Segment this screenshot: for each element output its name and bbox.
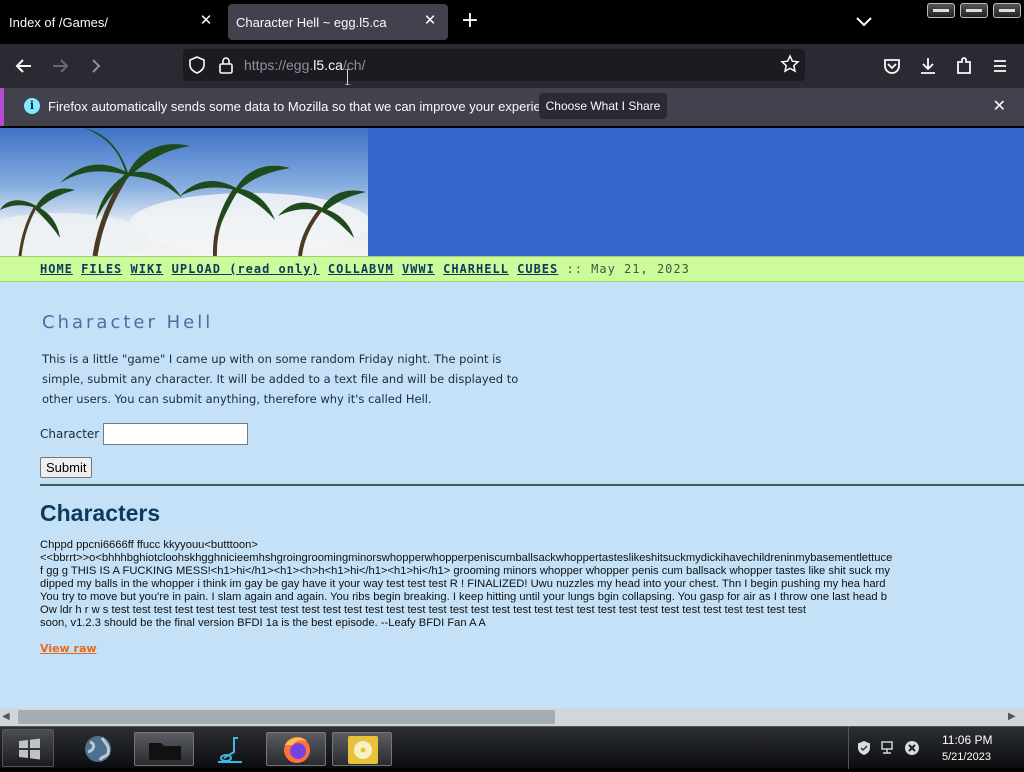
text-cursor-icon (345, 69, 350, 85)
palm-trees-image (0, 128, 368, 256)
taskbar-app-folder[interactable] (134, 732, 194, 766)
tab-title: Index of /Games/ (9, 14, 108, 30)
shield-icon[interactable] (188, 56, 206, 74)
horizontal-scrollbar[interactable]: ◀ ▶ (0, 708, 1024, 726)
puzzle-icon (957, 57, 971, 74)
taskbar-app-music[interactable] (200, 732, 260, 766)
globe-icon (85, 736, 111, 762)
characters-line: dipped my balls in the whopper i think i… (40, 578, 886, 590)
network-icon[interactable] (880, 740, 896, 756)
maximize-button[interactable] (960, 3, 988, 18)
back-button[interactable] (10, 52, 38, 80)
download-icon (921, 58, 935, 74)
scroll-right-arrow-icon[interactable]: ▶ (1008, 709, 1022, 725)
nav-date: :: May 21, 2023 (566, 262, 690, 276)
characters-line: Ow ldr h r w s test test test test test … (40, 604, 807, 616)
nav-link-wiki[interactable]: WIKI (131, 262, 164, 276)
nav-link-cubes[interactable]: CUBES (517, 262, 558, 276)
shield-icon[interactable] (856, 740, 872, 756)
folder-icon (149, 743, 181, 760)
disc-icon (348, 736, 378, 764)
bookmark-star-icon[interactable] (780, 54, 800, 74)
tab-title: Character Hell ~ egg.l5.ca (236, 14, 387, 30)
nav-link-vwwi[interactable]: VWWI (402, 262, 435, 276)
site-banner (0, 128, 1024, 256)
close-icon[interactable]: ✕ (422, 13, 438, 29)
clock-time[interactable]: 11:06 PM (942, 733, 992, 747)
nav-link-collabvm[interactable]: COLLABVM (328, 262, 394, 276)
characters-line: You try to move but you're in pain. I sl… (40, 591, 887, 603)
loading-icon (92, 59, 101, 73)
nav-link-upload[interactable]: UPLOAD (read only) (172, 262, 320, 276)
notification-message: Firefox automatically sends some data to… (48, 99, 566, 114)
firefox-icon (284, 737, 310, 763)
page-title: Character Hell (42, 312, 214, 333)
arrow-left-icon (15, 59, 31, 73)
close-icon[interactable]: ✕ (198, 13, 214, 29)
characters-line: <<bbrrt>>o<bhhhbghiotcloohskhgghnicieemh… (40, 552, 893, 564)
minimize-button[interactable] (927, 3, 955, 18)
view-raw-link[interactable]: View raw (40, 642, 97, 655)
stop-loading-button[interactable] (82, 52, 110, 80)
web-page: HOME FILES WIKI UPLOAD (read only) COLLA… (0, 128, 1024, 708)
new-tab-button[interactable]: + (458, 10, 482, 34)
character-label: Character (40, 427, 100, 441)
intro-paragraph: This is a little "game" I came up with o… (42, 352, 519, 406)
downloads-button[interactable] (914, 52, 942, 80)
arrow-right-icon (53, 59, 69, 73)
scroll-left-arrow-icon[interactable]: ◀ (2, 709, 16, 725)
nav-link-files[interactable]: FILES (81, 262, 122, 276)
windows-logo-icon (19, 738, 40, 760)
forward-button[interactable] (46, 52, 74, 80)
taskbar: 11:06 PM 5/21/2023 (0, 726, 1024, 769)
volume-muted-icon[interactable] (904, 740, 920, 756)
start-button[interactable] (2, 729, 54, 767)
choose-what-i-share-button[interactable]: Choose What I Share (539, 93, 667, 119)
character-form: Character (40, 423, 1024, 445)
site-nav: HOME FILES WIKI UPLOAD (read only) COLLA… (0, 256, 1024, 282)
scrollbar-thumb[interactable] (18, 710, 555, 724)
clock-date[interactable]: 5/21/2023 (942, 751, 991, 763)
system-tray (848, 727, 1024, 769)
characters-text: Chppd ppcni6666ff ffucc kkyyouu<butttoon… (40, 539, 1024, 630)
pocket-button[interactable] (878, 52, 906, 80)
characters-line: Chppd ppcni6666ff ffucc kkyyouu<butttoon… (40, 539, 258, 551)
tab-character-hell[interactable]: Character Hell ~ egg.l5.ca ✕ (228, 4, 448, 40)
characters-line: soon, v1.2.3 should be the final version… (40, 617, 486, 629)
hamburger-icon (994, 60, 1006, 72)
info-icon: i (24, 98, 40, 114)
characters-line: f gg g THIS IS A FUCKING MESS!<h1>hi</h1… (40, 565, 890, 577)
tab-index-of-games[interactable]: Index of /Games/ ✕ (0, 4, 224, 40)
taskbar-app-disc[interactable] (332, 732, 392, 766)
url-host: l5.ca (313, 57, 343, 73)
submit-button[interactable]: Submit (40, 457, 93, 478)
divider (40, 484, 1024, 486)
characters-heading: Characters (40, 500, 161, 526)
url-prefix: https://egg. (244, 57, 314, 73)
menu-button[interactable] (986, 52, 1014, 80)
main-content: Character Hell This is a little "game" I… (40, 282, 1024, 656)
close-window-button[interactable] (993, 3, 1021, 18)
taskbar-app-firefox[interactable] (266, 732, 326, 766)
pocket-icon (884, 59, 900, 74)
extensions-button[interactable] (950, 52, 978, 80)
taskbar-app-globe[interactable] (68, 732, 128, 766)
nav-link-home[interactable]: HOME (40, 262, 73, 276)
chevron-down-icon[interactable] (852, 12, 876, 32)
music-icon (218, 737, 242, 763)
tab-bar: Index of /Games/ ✕ Character Hell ~ egg.… (0, 0, 1024, 44)
close-icon[interactable]: ✕ (993, 96, 1006, 116)
lock-icon[interactable] (218, 56, 234, 74)
character-input[interactable] (103, 423, 249, 445)
notification-bar: i Firefox automatically sends some data … (0, 88, 1024, 126)
nav-link-charhell[interactable]: CHARHELL (443, 262, 509, 276)
